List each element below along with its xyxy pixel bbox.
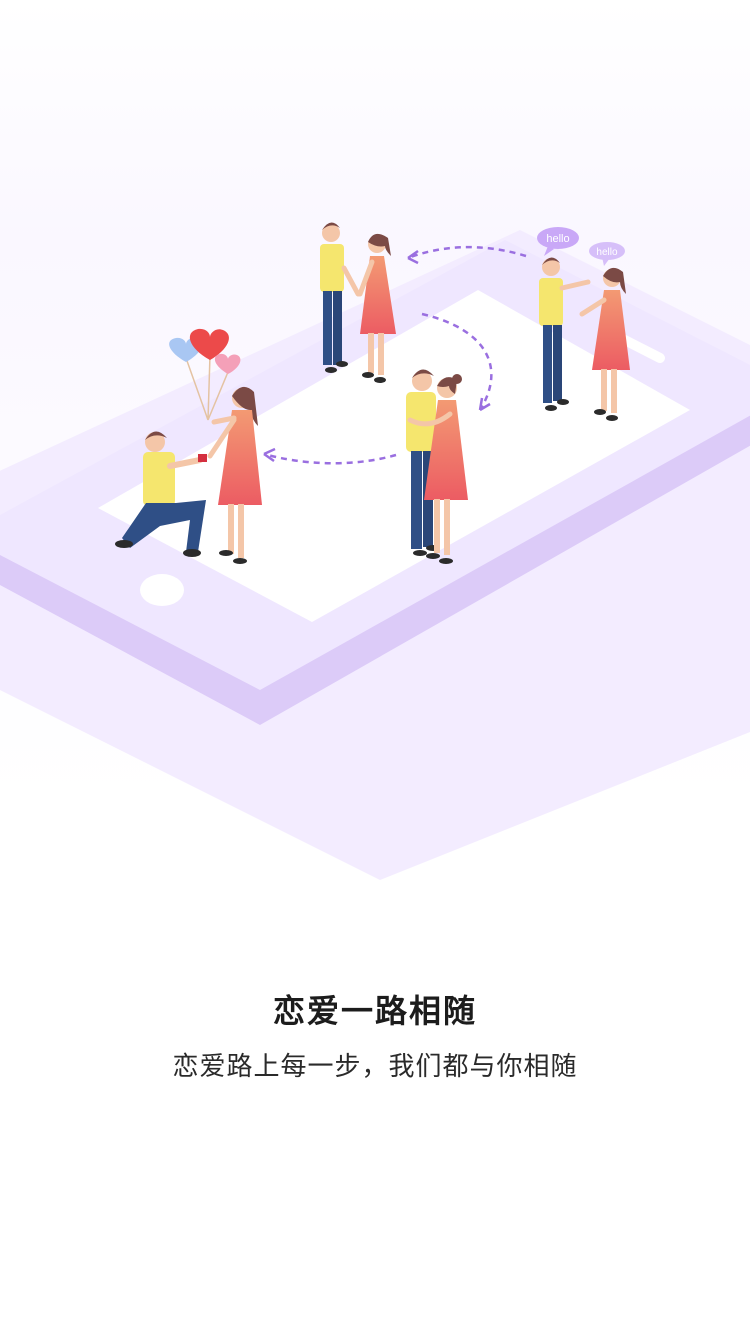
speech-bubble-right: hello bbox=[589, 242, 625, 266]
speech-bubble-right-text: hello bbox=[596, 247, 618, 258]
ring-box bbox=[198, 454, 207, 462]
onboarding-title: 恋爱一路相随 bbox=[272, 992, 477, 1030]
speech-bubble-left-text: hello bbox=[546, 233, 569, 245]
onboarding-subtitle: 恋爱路上每一步，我们都与你相随 bbox=[172, 1052, 578, 1082]
onboarding-illustration: hello hello bbox=[0, 222, 750, 880]
home-button bbox=[140, 574, 184, 606]
